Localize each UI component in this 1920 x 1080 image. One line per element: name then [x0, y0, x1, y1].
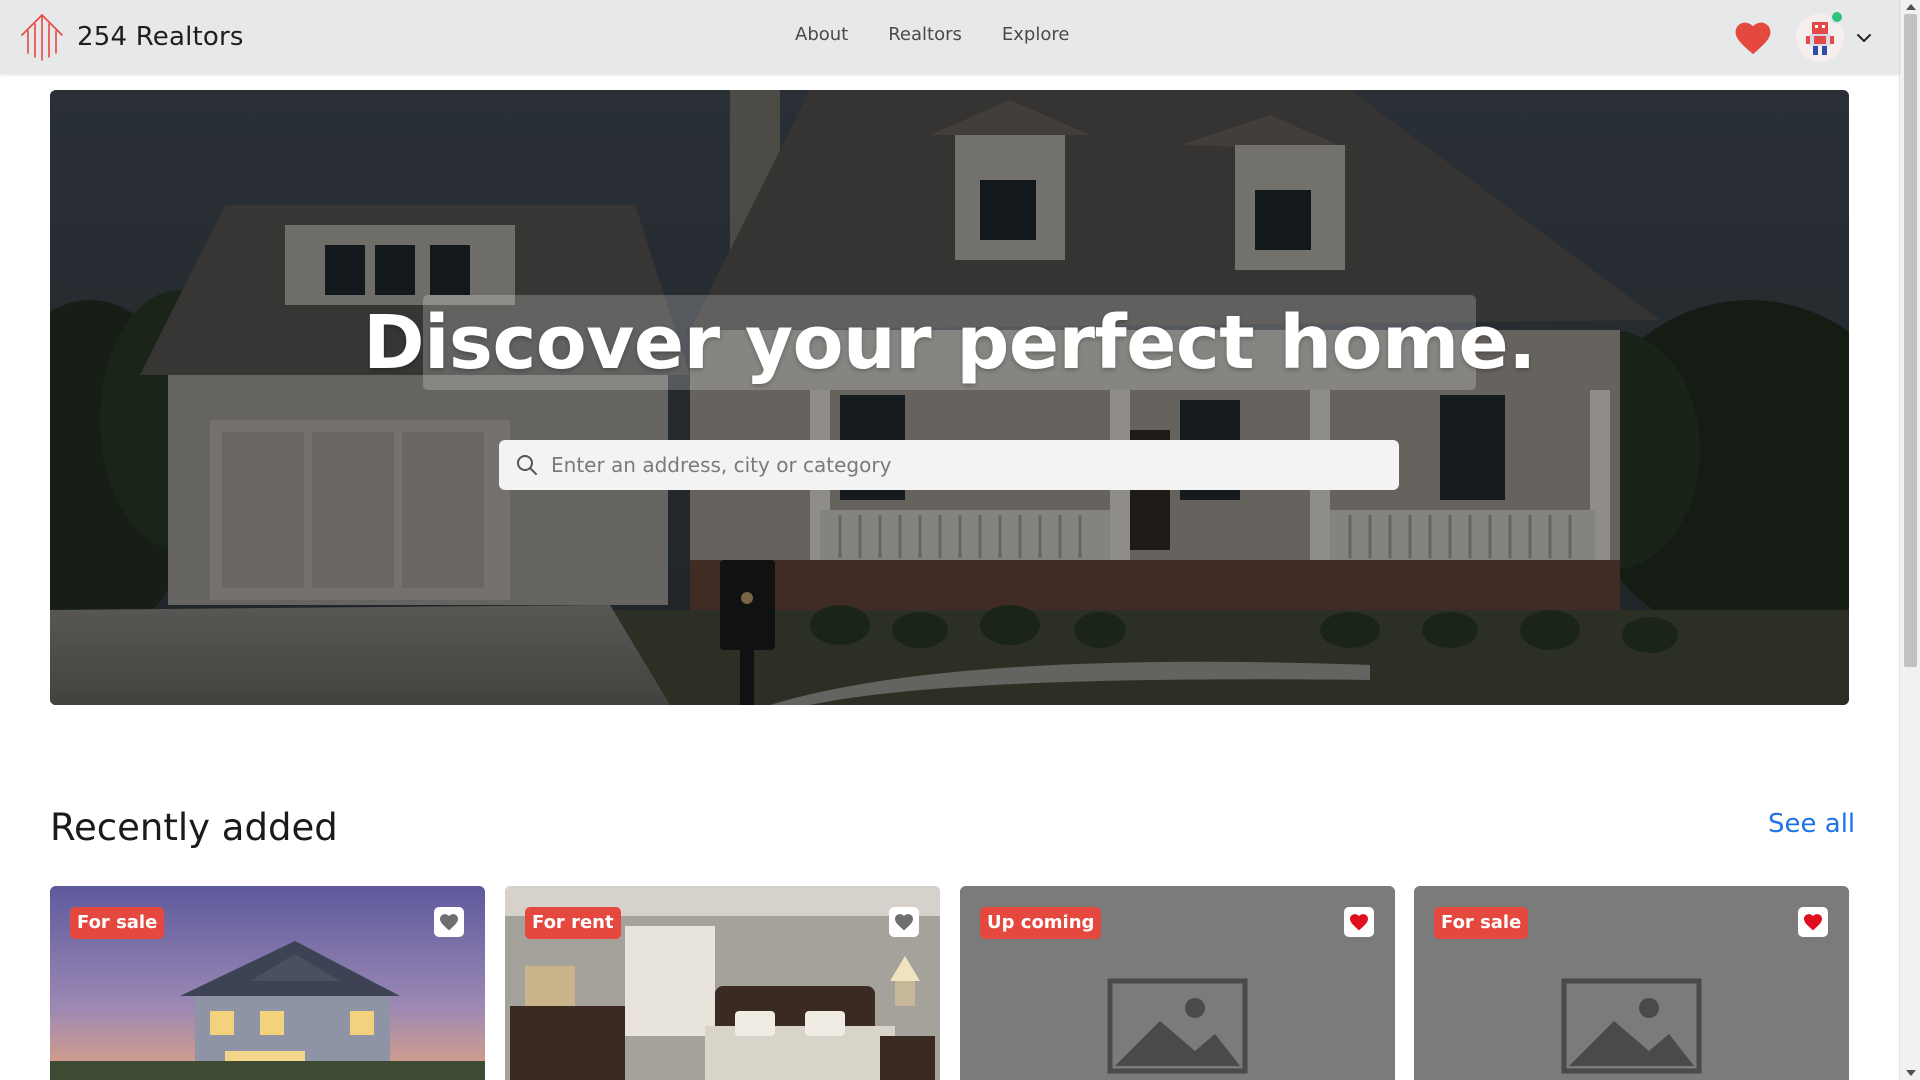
- heart-outline-icon: [895, 914, 913, 931]
- hero-house-image: [50, 90, 1849, 705]
- heart-filled-icon: [1350, 914, 1368, 931]
- section-title-recently-added: Recently added: [50, 806, 338, 849]
- chevron-down-icon[interactable]: [1856, 30, 1872, 46]
- online-status-dot: [1830, 10, 1844, 24]
- nav-right: [1734, 10, 1872, 62]
- listing-card[interactable]: For sale: [50, 886, 485, 1080]
- nav-link-explore[interactable]: Explore: [1002, 24, 1070, 45]
- favorite-button[interactable]: [1344, 907, 1374, 937]
- scrollbar-thumb[interactable]: [1904, 14, 1917, 667]
- search-bar[interactable]: [499, 440, 1399, 490]
- user-avatar[interactable]: [1796, 10, 1844, 62]
- listing-status-badge: For sale: [1434, 907, 1529, 939]
- search-icon: [517, 455, 537, 475]
- listing-card[interactable]: For sale: [1414, 886, 1849, 1080]
- favorite-button[interactable]: [889, 907, 919, 937]
- scroll-down-arrow-icon[interactable]: [1906, 1070, 1916, 1076]
- see-all-link[interactable]: See all: [1768, 809, 1855, 839]
- brand-name: 254 Realtors: [77, 22, 244, 52]
- brand-link[interactable]: 254 Realtors: [20, 13, 244, 61]
- nav-link-realtors[interactable]: Realtors: [888, 24, 962, 45]
- listing-status-badge: For rent: [525, 907, 621, 939]
- page: 254 Realtors About Realtors Explore Disc…: [0, 0, 1920, 1080]
- navbar: 254 Realtors About Realtors Explore: [0, 0, 1899, 74]
- page-scrollbar[interactable]: [1899, 0, 1920, 1080]
- listing-card[interactable]: For rent: [505, 886, 940, 1080]
- listing-card[interactable]: Up coming: [960, 886, 1395, 1080]
- heart-outline-icon: [440, 914, 458, 931]
- favorite-button[interactable]: [434, 907, 464, 937]
- heart-filled-icon: [1804, 914, 1822, 931]
- scroll-up-arrow-icon[interactable]: [1906, 4, 1916, 10]
- hero-banner: Discover your perfect home.: [50, 90, 1849, 705]
- nav-link-about[interactable]: About: [795, 24, 848, 45]
- main-nav: About Realtors Explore: [795, 24, 1109, 45]
- favorites-heart-icon[interactable]: [1734, 20, 1772, 56]
- hero-title: Discover your perfect home.: [363, 299, 1536, 386]
- listing-status-badge: Up coming: [980, 907, 1102, 939]
- search-input[interactable]: [549, 452, 1379, 478]
- favorite-button[interactable]: [1798, 907, 1828, 937]
- listing-status-badge: For sale: [70, 907, 165, 939]
- brand-logo-icon: [21, 13, 63, 61]
- hero-title-box: Discover your perfect home.: [363, 295, 1536, 390]
